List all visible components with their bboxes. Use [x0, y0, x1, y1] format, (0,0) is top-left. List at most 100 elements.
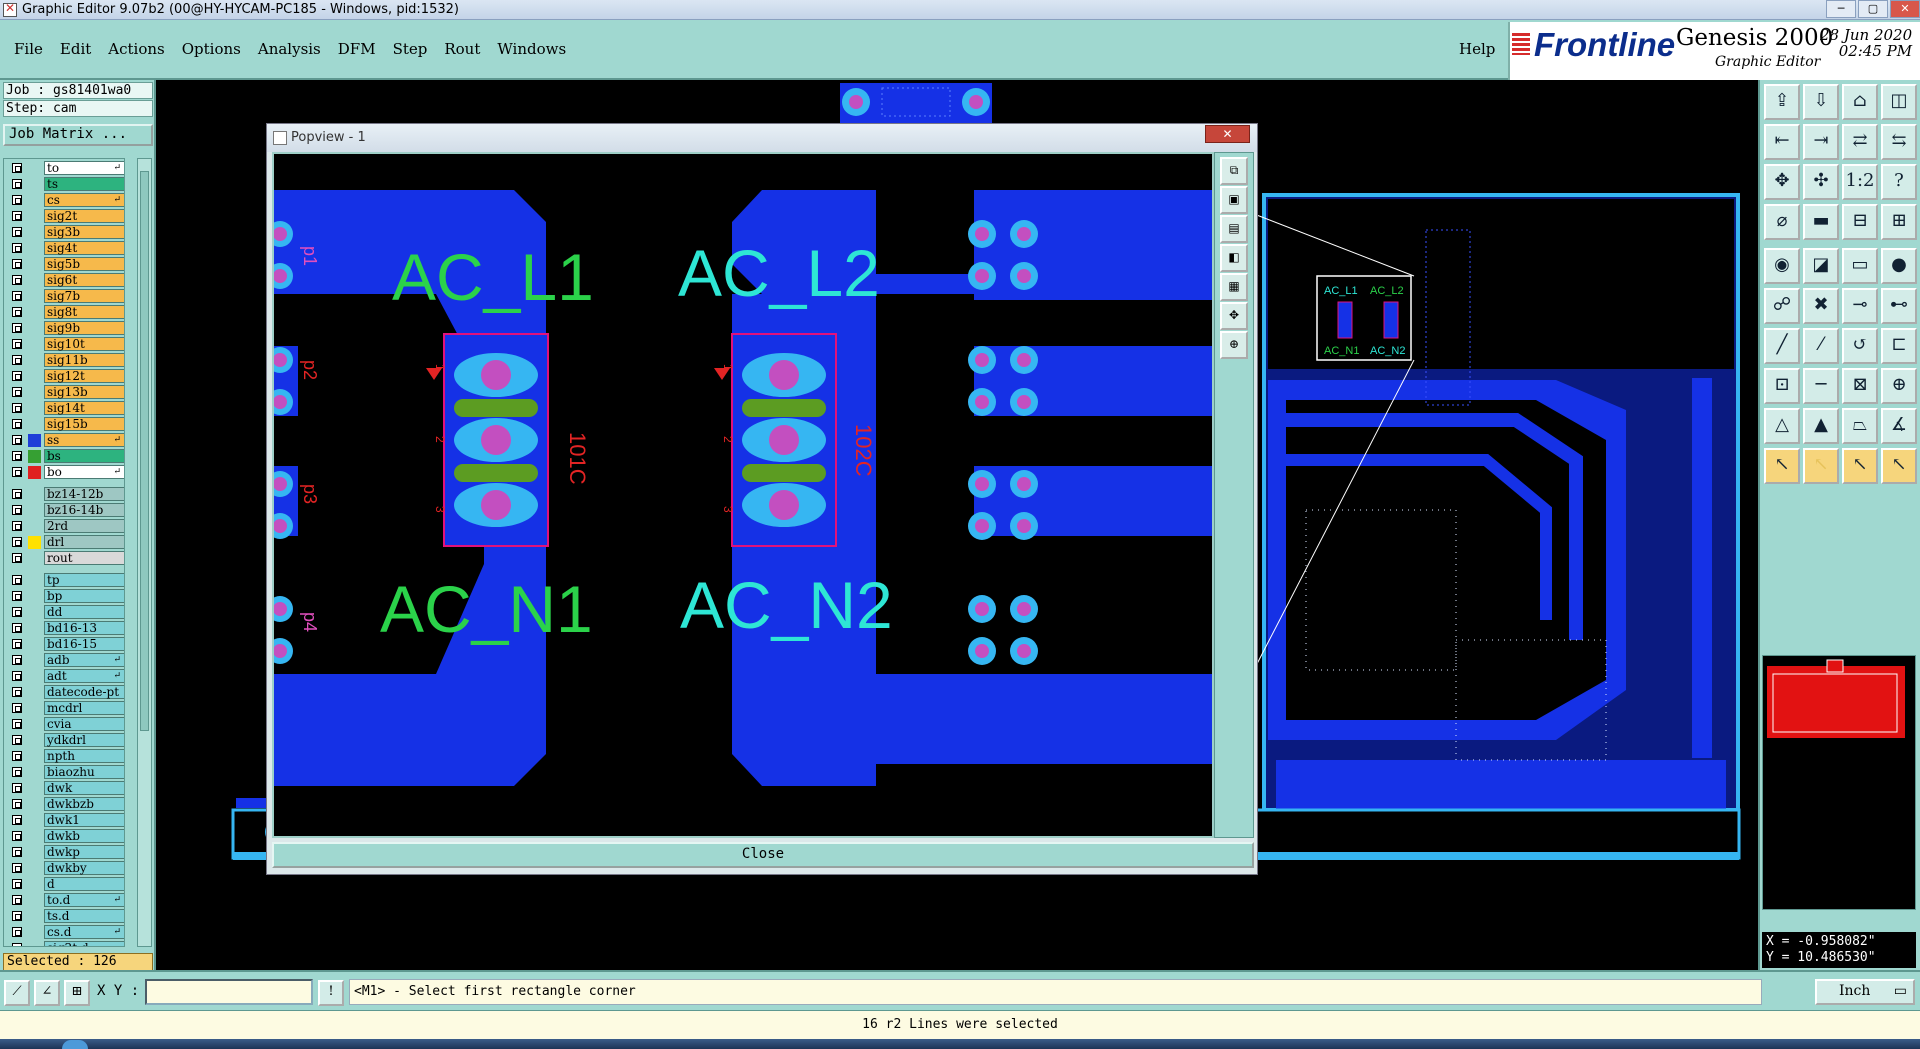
layer-checkbox[interactable] [12, 537, 22, 547]
menu-options[interactable]: Options [182, 40, 241, 58]
layer-row[interactable]: npth [4, 747, 124, 763]
angle-snap-icon[interactable]: ∠ [34, 980, 60, 1006]
layer-row[interactable]: dd [4, 603, 124, 619]
layer-list-scrollbar[interactable] [137, 158, 152, 947]
ratio-icon[interactable]: 1:2 [1842, 164, 1878, 200]
layer-row[interactable]: sig3b [4, 223, 124, 239]
edit-shape-icon[interactable]: ◪ [1803, 248, 1839, 284]
layer-name[interactable]: to.d ↵ [44, 893, 124, 907]
layer-name[interactable]: datecode-pt [44, 685, 124, 699]
grid-icon[interactable]: ⊠ [1842, 368, 1878, 404]
popview-canvas[interactable]: AC_L1 AC_L2 AC_N1 AC_N2 101C 102C p1 p2 … [267, 152, 1214, 838]
layer-name[interactable]: sig9b [44, 321, 124, 335]
layer-row[interactable]: rout [4, 549, 124, 565]
layer-checkbox[interactable] [12, 163, 22, 173]
menu-help[interactable]: Help [1459, 40, 1495, 58]
window-close-button[interactable]: ✕ [1890, 0, 1920, 18]
layer-name[interactable]: ts.d [44, 909, 124, 923]
layer-name[interactable]: sig7b [44, 289, 124, 303]
layer-name[interactable]: 2rd [44, 519, 124, 533]
layer-checkbox[interactable] [12, 403, 22, 413]
home-icon[interactable]: ⌂ [1842, 84, 1878, 120]
layer-checkbox[interactable] [12, 655, 22, 665]
minus-icon[interactable]: ─ [1803, 368, 1839, 404]
layer-name[interactable]: dwkp [44, 845, 124, 859]
layer-color-swatch[interactable] [28, 450, 41, 463]
pv-pan-icon[interactable]: ⊕ [1220, 331, 1248, 359]
layer-name[interactable]: mcdrl [44, 701, 124, 715]
job-matrix-button[interactable]: Job Matrix ... [3, 124, 153, 146]
info-icon[interactable]: ! [318, 980, 344, 1006]
route-icon[interactable]: ⊏ [1881, 328, 1917, 364]
layer-row[interactable]: dwk1 [4, 811, 124, 827]
layer-name[interactable]: sig6t [44, 273, 124, 287]
start-button[interactable] [62, 1040, 88, 1049]
layer-row[interactable]: adt ↵ [4, 667, 124, 683]
layer-row[interactable]: sig6t [4, 271, 124, 287]
layer-stack-icon[interactable]: ⊞ [1881, 204, 1917, 240]
split-icon[interactable]: ⇆ [1881, 124, 1917, 160]
layer-checkbox[interactable] [12, 467, 22, 477]
layer-row[interactable]: biaozhu [4, 763, 124, 779]
layer-row[interactable]: sig10t [4, 335, 124, 351]
layer-name[interactable]: to ↵ [44, 161, 124, 175]
layer-checkbox[interactable] [12, 339, 22, 349]
layer-name[interactable]: bz14-12b [44, 487, 124, 501]
layer-name[interactable]: adt ↵ [44, 669, 124, 683]
layer-checkbox[interactable] [12, 227, 22, 237]
layer-checkbox[interactable] [12, 831, 22, 841]
layer-row[interactable]: sig8t [4, 303, 124, 319]
diagonal-icon[interactable]: ⁄ [1803, 328, 1839, 364]
group-icon[interactable]: ⊕ [1881, 368, 1917, 404]
layer-name[interactable]: cs.d ↵ [44, 925, 124, 939]
snap-icon[interactable]: ⟋ [4, 980, 30, 1006]
node-line-icon[interactable]: ⊷ [1881, 288, 1917, 324]
layer-row[interactable]: bd16-15 [4, 635, 124, 651]
menu-windows[interactable]: Windows [497, 40, 566, 58]
layer-checkbox[interactable] [12, 243, 22, 253]
node-icon[interactable]: ⊸ [1842, 288, 1878, 324]
layer-name[interactable]: d [44, 877, 124, 891]
layer-row[interactable]: cs.d ↵ [4, 923, 124, 939]
layer-row[interactable]: sig4t [4, 239, 124, 255]
layer-checkbox[interactable] [12, 435, 22, 445]
layer-name[interactable]: sig12t [44, 369, 124, 383]
layer-name[interactable]: dwkbzb [44, 797, 124, 811]
xy-input[interactable] [145, 979, 313, 1005]
layer-checkbox[interactable] [12, 259, 22, 269]
layer-name[interactable]: sig4t [44, 241, 124, 255]
layer-checkbox[interactable] [12, 521, 22, 531]
layer-row[interactable]: sig13b [4, 383, 124, 399]
layer-checkbox[interactable] [12, 505, 22, 515]
layer-row[interactable]: ydkdrl [4, 731, 124, 747]
layer-name[interactable]: cvia [44, 717, 124, 731]
layer-name[interactable]: adb ↵ [44, 653, 124, 667]
layer-checkbox[interactable] [12, 879, 22, 889]
popview-close-button[interactable]: Close [272, 842, 1254, 868]
pv-export-icon[interactable]: ▦ [1220, 273, 1248, 301]
layer-name[interactable]: npth [44, 749, 124, 763]
triangle-icon[interactable]: △ [1764, 408, 1800, 444]
trapezoid-icon[interactable]: ⏢ [1842, 408, 1878, 444]
layer-checkbox[interactable] [12, 863, 22, 873]
layer-checkbox[interactable] [12, 751, 22, 761]
layer-name[interactable]: bz16-14b [44, 503, 124, 517]
layer-checkbox[interactable] [12, 307, 22, 317]
cross-icon[interactable]: ✖ [1803, 288, 1839, 324]
overview-map[interactable] [1762, 655, 1916, 910]
layer-name[interactable]: dwk [44, 781, 124, 795]
scale-bar-icon[interactable]: ▭ [1842, 248, 1878, 284]
layer-row[interactable]: bp [4, 587, 124, 603]
pan-icon[interactable]: ✣ [1803, 164, 1839, 200]
arc-icon[interactable]: ↺ [1842, 328, 1878, 364]
layer-checkbox[interactable] [12, 927, 22, 937]
compare-icon[interactable]: ⇄ [1842, 124, 1878, 160]
layer-name[interactable]: sig3b [44, 225, 124, 239]
layer-row[interactable]: ts [4, 175, 124, 191]
layer-checkbox[interactable] [12, 895, 22, 905]
layer-name[interactable]: cs ↵ [44, 193, 124, 207]
layer-row[interactable]: sig11b [4, 351, 124, 367]
layer-row[interactable]: sig9b [4, 319, 124, 335]
layer-checkbox[interactable] [12, 211, 22, 221]
layer-row[interactable]: ts.d [4, 907, 124, 923]
